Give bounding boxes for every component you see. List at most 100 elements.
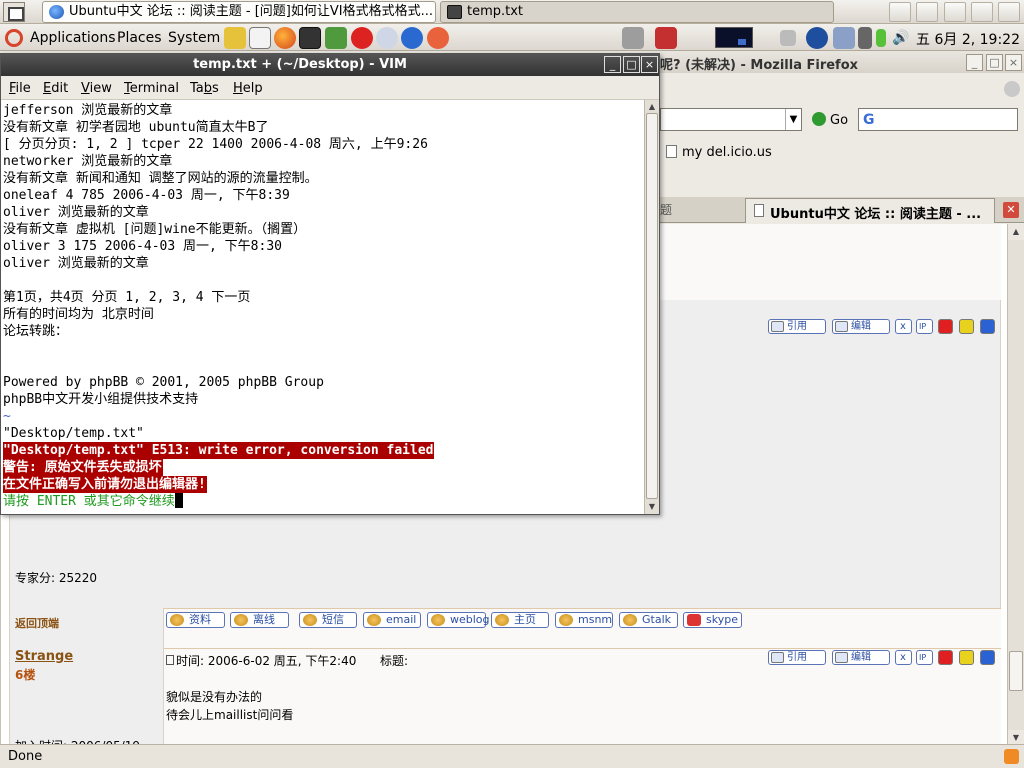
menu-terminal[interactable]: Terminal <box>124 81 179 96</box>
menu-tabs[interactable]: Tabs <box>190 81 219 96</box>
profile-button[interactable]: 资料 <box>166 612 225 628</box>
vim-close-button[interactable]: × <box>641 56 658 73</box>
yellow-report-button-6[interactable] <box>959 650 974 665</box>
volume-icon[interactable]: 🔊 <box>892 27 912 49</box>
vim-scroll-down-arrow[interactable]: ▼ <box>645 500 659 514</box>
battery-icon[interactable] <box>876 29 886 47</box>
scroll-thumb[interactable] <box>1009 651 1023 691</box>
vim-error-message: "Desktop/temp.txt" E513: write error, co… <box>3 442 435 459</box>
vim-scroll-up-arrow[interactable]: ▲ <box>645 100 659 114</box>
workspace-3-button[interactable] <box>971 2 993 22</box>
blue-report-button-6[interactable] <box>980 650 995 665</box>
search-box[interactable]: G <box>858 108 1018 131</box>
tab-active[interactable]: Ubuntu中文 论坛 :: 阅读主题 - ... <box>745 198 995 223</box>
printer-icon[interactable] <box>780 30 796 46</box>
edit-button-6[interactable]: 编辑 <box>832 650 890 665</box>
window-list-applet-icon[interactable] <box>889 2 911 22</box>
firefox-tabbar: 题 Ubuntu中文 论坛 :: 阅读主题 - ... ✕ <box>660 197 1024 223</box>
vim-scrollbar[interactable]: ▲ ▼ <box>644 100 659 514</box>
menu-help[interactable]: Help <box>233 81 263 96</box>
red-report-button-6[interactable] <box>938 650 953 665</box>
menu-file[interactable]: File <box>9 81 31 96</box>
vim-scroll-thumb[interactable] <box>646 113 658 499</box>
back-to-top-link[interactable]: 返回顶端 <box>15 615 59 631</box>
url-bar[interactable]: ▼ <box>660 108 802 131</box>
firefox-statusbar: Done <box>0 744 1024 768</box>
show-desktop-button[interactable] <box>3 2 25 22</box>
quote-button-6[interactable]: 引用 <box>768 650 826 665</box>
user-launcher-icon[interactable] <box>224 27 246 49</box>
firefox-close-button[interactable]: × <box>1005 54 1022 71</box>
delete-button[interactable]: x <box>895 319 912 334</box>
dictionary-launcher-icon[interactable] <box>325 27 347 49</box>
tab-active-label: Ubuntu中文 论坛 :: 阅读主题 - ... <box>770 207 982 222</box>
post-author[interactable]: Strange <box>15 649 73 664</box>
skype-button[interactable]: skype <box>683 612 742 628</box>
post-subject-label: 标题: <box>380 654 409 668</box>
text-editor-launcher-icon[interactable] <box>249 27 271 49</box>
delete-button-6[interactable]: x <box>895 650 912 665</box>
bookmark-delicious[interactable]: my del.icio.us <box>666 145 772 160</box>
clipboard-icon[interactable] <box>858 27 872 49</box>
panel-clock[interactable]: 五 6月 2, 19:22 <box>916 29 1020 49</box>
homepage-button[interactable]: 主页 <box>491 612 549 628</box>
tab-previous[interactable]: 题 <box>660 201 672 218</box>
firefox-maximize-button[interactable]: □ <box>986 54 1003 71</box>
email-button[interactable]: email <box>363 612 421 628</box>
post-page-icon <box>166 655 174 665</box>
firefox-scrollbar[interactable]: ▲ ▼ <box>1007 224 1024 746</box>
workspace-1-button[interactable] <box>916 2 938 22</box>
logout-icon[interactable] <box>655 27 677 49</box>
taskbar-terminal-task[interactable]: temp.txt <box>440 1 834 23</box>
weblog-button[interactable]: weblog <box>427 612 490 628</box>
menu-places[interactable]: Places <box>117 30 162 46</box>
menu-edit[interactable]: Edit <box>43 81 68 96</box>
scroll-up-arrow[interactable]: ▲ <box>1008 224 1024 240</box>
menu-view[interactable]: View <box>81 81 112 96</box>
blue-report-button[interactable] <box>980 319 995 334</box>
firefox-minimize-button[interactable]: _ <box>966 54 983 71</box>
vim-minimize-button[interactable]: _ <box>604 56 621 73</box>
yellow-report-button[interactable] <box>959 319 974 334</box>
workspace-2-button[interactable] <box>944 2 966 22</box>
media-play-icon[interactable] <box>806 27 828 49</box>
firefox-title: 呢? (未解决) - Mozilla Firefox <box>660 58 859 73</box>
quote-button[interactable]: 引用 <box>768 319 826 334</box>
vim-line: [ 分页分页: 1, 2 ] tcper 22 1400 2006-4-08 周… <box>3 137 428 152</box>
menu-applications[interactable]: Applications <box>30 30 116 46</box>
homepage-label: 主页 <box>514 613 536 626</box>
vim-titlebar[interactable]: temp.txt + (~/Desktop) - VIM _ □ × <box>1 54 659 76</box>
red-report-button[interactable] <box>938 319 953 334</box>
vim-window: temp.txt + (~/Desktop) - VIM _ □ × File … <box>0 53 660 515</box>
tab-close-icon[interactable]: ✕ <box>1003 202 1019 218</box>
ubuntu-logo-icon <box>5 29 23 47</box>
offline-button[interactable]: 离线 <box>230 612 289 628</box>
ie-launcher-icon[interactable] <box>401 27 423 49</box>
ip-button-6[interactable]: IP <box>916 650 933 665</box>
menu-system[interactable]: System <box>168 30 220 46</box>
terminal-launcher-icon[interactable] <box>299 27 321 49</box>
quote-label: 引用 <box>787 321 807 332</box>
google-search-icon[interactable]: G <box>863 112 875 128</box>
url-dropdown-arrow[interactable]: ▼ <box>785 109 801 130</box>
network-launcher-icon[interactable] <box>376 27 398 49</box>
rss-feed-icon[interactable] <box>1004 749 1019 764</box>
taskbar-firefox-task[interactable]: Ubuntu中文 论坛 :: 阅读主题 - [问题]如何让VI格式格式格式... <box>42 1 436 23</box>
vim-maximize-button[interactable]: □ <box>623 56 640 73</box>
ip-button[interactable]: IP <box>916 319 933 334</box>
skype-launcher-icon[interactable] <box>427 27 449 49</box>
workspace-4-button[interactable] <box>998 2 1020 22</box>
go-button[interactable]: Go <box>812 112 848 128</box>
msn-button[interactable]: msnm <box>555 612 613 628</box>
edit-label: 编辑 <box>851 652 871 663</box>
opera-launcher-icon[interactable] <box>351 27 373 49</box>
profile-icon <box>170 614 184 626</box>
firefox-launcher-icon[interactable] <box>274 27 296 49</box>
gtalk-button[interactable]: Gtalk <box>619 612 678 628</box>
edit-button[interactable]: 编辑 <box>832 319 890 334</box>
pm-button[interactable]: 短信 <box>299 612 357 628</box>
lock-screen-icon[interactable] <box>622 27 644 49</box>
vim-text-area[interactable]: jefferson 浏览最新的文章 没有新文章 初学者园地 ubuntu简直太牛… <box>1 100 644 514</box>
system-monitor-applet[interactable] <box>715 27 753 48</box>
network-status-icon[interactable] <box>833 27 855 49</box>
